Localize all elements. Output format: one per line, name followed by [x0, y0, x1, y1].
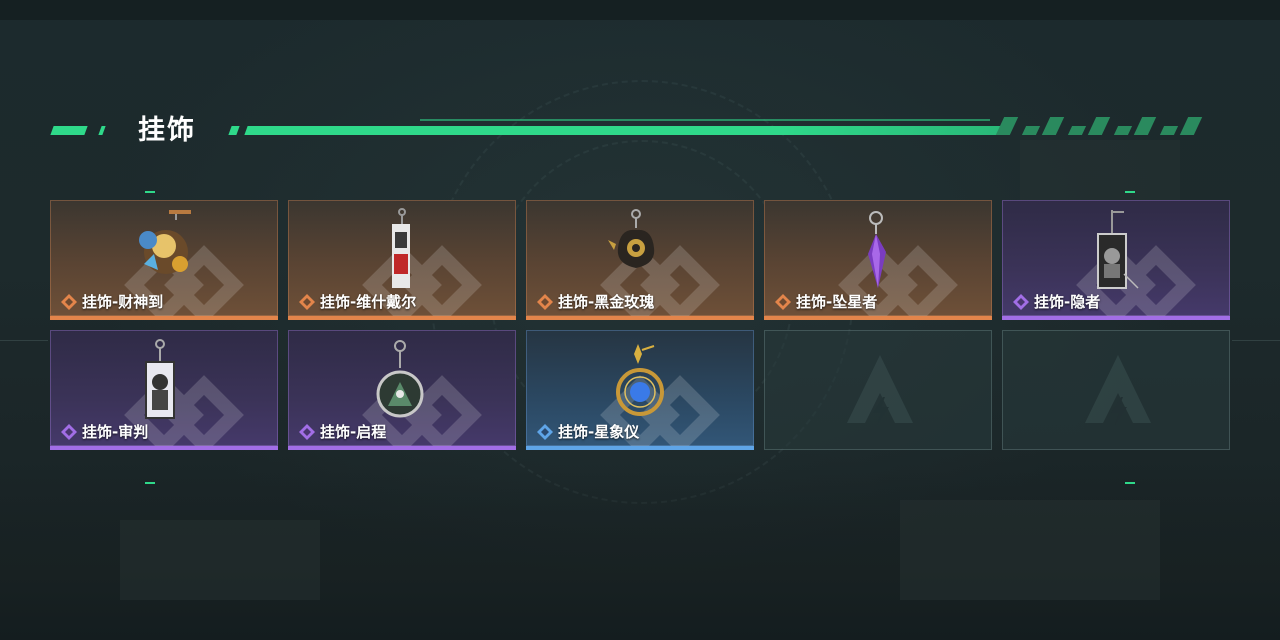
charm-card[interactable]: 挂饰-黑金玫瑰 [526, 200, 754, 320]
charm-label: 挂饰-财神到 [60, 291, 163, 312]
charm-name: 挂饰-维什戴尔 [320, 293, 417, 311]
corner-tick [145, 191, 155, 193]
charm-label: 挂饰-审判 [60, 421, 148, 442]
charm-name: 挂饰-隐者 [1034, 293, 1101, 311]
placeholder-logo-icon [847, 355, 913, 425]
edge-line-right [1232, 340, 1280, 341]
edge-line-left [0, 340, 48, 341]
purple-rarity-gem-icon [299, 423, 315, 440]
charm-name: 挂饰-财神到 [82, 293, 164, 311]
star-fall-crystal-charm-icon [868, 211, 886, 288]
charm-card[interactable]: 挂饰-启程 [288, 330, 516, 450]
background-building [1020, 140, 1180, 200]
charm-label: 挂饰-黑金玫瑰 [536, 291, 654, 312]
fortune-god-charm-icon [139, 210, 191, 274]
charm-name: 挂饰-坠星者 [796, 293, 878, 311]
header-bar-accent [50, 126, 88, 135]
orange-rarity-gem-icon [537, 293, 553, 310]
charm-label: 挂饰-星象仪 [536, 421, 639, 442]
header-bar-accent [98, 126, 106, 135]
orange-rarity-gem-icon [775, 293, 791, 310]
charm-name: 挂饰-启程 [320, 423, 387, 441]
charm-label: 挂饰-启程 [298, 421, 386, 442]
black-gold-rose-charm-icon [608, 209, 655, 268]
charm-label: 挂饰-隐者 [1012, 291, 1100, 312]
corner-tick [1125, 482, 1135, 484]
corner-tick [145, 482, 155, 484]
purple-rarity-gem-icon [61, 423, 77, 440]
corner-tick [1125, 191, 1135, 193]
charm-name: 挂饰-审判 [82, 423, 149, 441]
wisadel-charm-icon [392, 208, 410, 288]
astrolabe-charm-icon [616, 344, 664, 416]
hermit-tarot-charm-icon [1097, 210, 1139, 289]
header-bar-main [244, 126, 1008, 135]
placeholder-logo-icon [1085, 355, 1151, 425]
judgement-tarot-charm-icon [145, 339, 175, 419]
charm-card[interactable]: 挂饰-维什戴尔 [288, 200, 516, 320]
charm-card[interactable]: 挂饰-隐者 [1002, 200, 1230, 320]
orange-rarity-gem-icon [61, 293, 77, 310]
charm-card[interactable]: 挂饰-星象仪 [526, 330, 754, 450]
charm-label: 挂饰-坠星者 [774, 291, 877, 312]
orange-rarity-gem-icon [299, 293, 315, 310]
charm-card[interactable]: 挂饰-财神到 [50, 200, 278, 320]
section-title: 挂饰 [138, 115, 196, 146]
empty-charm-slot [764, 330, 992, 450]
empty-charm-slot [1002, 330, 1230, 450]
header-bar-accent [228, 126, 240, 135]
background-building [900, 500, 1160, 600]
top-band [0, 0, 1280, 20]
charm-name: 挂饰-黑金玫瑰 [558, 293, 655, 311]
departure-ring-charm-icon [376, 340, 424, 418]
purple-rarity-gem-icon [1013, 293, 1029, 310]
charm-name: 挂饰-星象仪 [558, 423, 640, 441]
blue-rarity-gem-icon [537, 423, 553, 440]
charm-card[interactable]: 挂饰-坠星者 [764, 200, 992, 320]
charm-grid: 挂饰-财神到 挂饰-维什戴尔 挂饰-黑金玫瑰 挂饰-坠星者 挂饰-隐者 挂饰-审… [50, 200, 1230, 450]
charm-card[interactable]: 挂饰-审判 [50, 330, 278, 450]
header-thin-line [420, 119, 990, 121]
charm-label: 挂饰-维什戴尔 [298, 291, 416, 312]
background-building [120, 520, 320, 600]
